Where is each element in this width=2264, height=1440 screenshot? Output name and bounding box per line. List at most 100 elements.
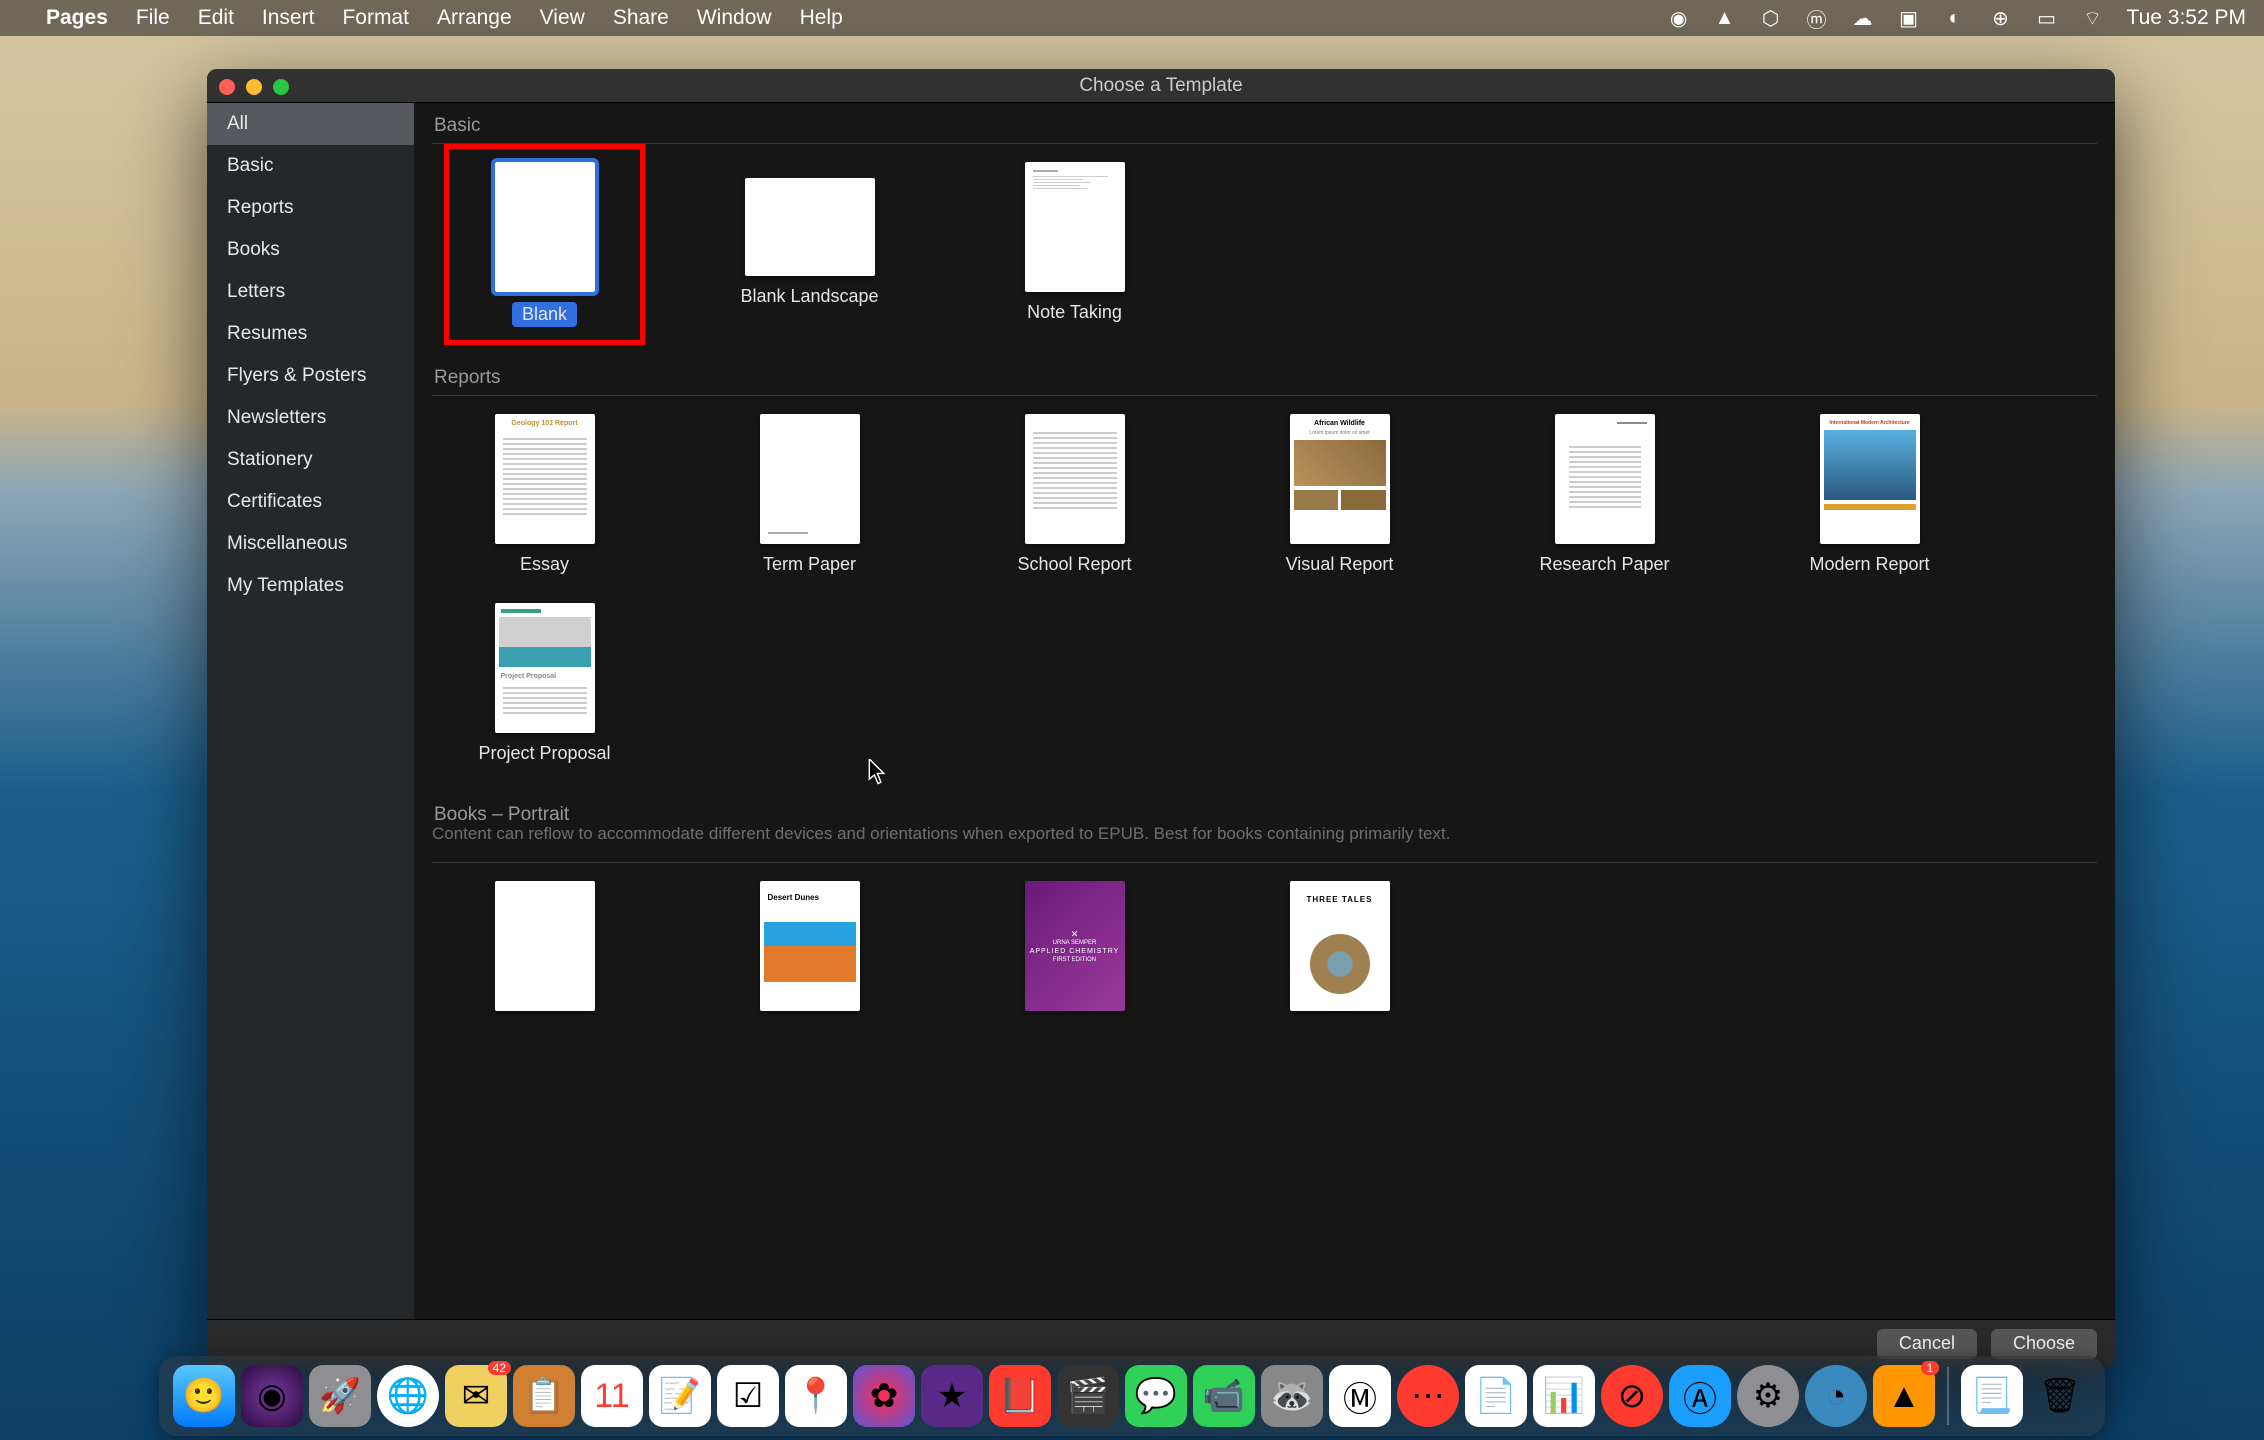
template-book-chemistry[interactable]: ✕ URNA SEMPER APPLIED CHEMISTRY FIRST ED… xyxy=(992,881,1157,1011)
dock-app-4[interactable]: ⊘ xyxy=(1601,1365,1663,1427)
dock-vlc[interactable]: ▲1 xyxy=(1873,1365,1935,1427)
template-research-paper-thumb xyxy=(1555,414,1655,544)
dock-notes[interactable]: 📝 xyxy=(649,1365,711,1427)
status-icon-4[interactable]: ⓜ xyxy=(1805,6,1829,30)
sidebar-item-books[interactable]: Books xyxy=(207,229,414,271)
sidebar-item-letters[interactable]: Letters xyxy=(207,271,414,313)
template-book-desert[interactable]: Desert Dunes xyxy=(727,881,892,1011)
menu-window[interactable]: Window xyxy=(697,6,772,30)
menu-arrange[interactable]: Arrange xyxy=(437,6,512,30)
wifi-icon[interactable]: ⌔ xyxy=(2081,6,2105,30)
cloud-icon[interactable]: ☁ xyxy=(1851,6,1875,30)
dock-facetime[interactable]: 📹 xyxy=(1193,1365,1255,1427)
menu-format[interactable]: Format xyxy=(342,6,409,30)
template-research-paper-label: Research Paper xyxy=(1539,554,1669,575)
sidebar: All Basic Reports Books Letters Resumes … xyxy=(207,103,414,1319)
dock-malware[interactable]: Ⓜ xyxy=(1329,1365,1391,1427)
status-icon-8[interactable]: ⊕ xyxy=(1989,6,2013,30)
sidebar-item-resumes[interactable]: Resumes xyxy=(207,313,414,355)
menubar: Pages File Edit Insert Format Arrange Vi… xyxy=(0,0,2264,36)
menubar-app[interactable]: Pages xyxy=(46,6,108,30)
template-modern-report[interactable]: International Modern Architecture Modern… xyxy=(1787,414,1952,575)
sidebar-item-reports[interactable]: Reports xyxy=(207,187,414,229)
dropbox-icon[interactable]: ⬡ xyxy=(1759,6,1783,30)
dock-app-3[interactable]: ⋯ xyxy=(1397,1365,1459,1427)
template-blank-landscape[interactable]: Blank Landscape xyxy=(727,162,892,327)
dock-photos[interactable]: ✿ xyxy=(853,1365,915,1427)
dock-calendar[interactable]: 11 xyxy=(581,1365,643,1427)
dock-reminders[interactable]: ☑ xyxy=(717,1365,779,1427)
dock-mail[interactable]: ✉42 xyxy=(445,1365,507,1427)
section-header-reports: Reports xyxy=(432,355,2097,396)
dock-app-1[interactable]: 📋 xyxy=(513,1365,575,1427)
dock-app-5[interactable]: ◔ xyxy=(1805,1365,1867,1427)
sidebar-item-all[interactable]: All xyxy=(207,103,414,145)
menu-help[interactable]: Help xyxy=(800,6,843,30)
dock-numbers[interactable]: 📊 xyxy=(1533,1365,1595,1427)
cancel-button[interactable]: Cancel xyxy=(1877,1329,1977,1359)
sidebar-item-basic[interactable]: Basic xyxy=(207,145,414,187)
template-visual-report[interactable]: African Wildlife Lorem ipsum dolor sit a… xyxy=(1257,414,1422,575)
tales-mock-title: THREE TALES xyxy=(1294,895,1386,904)
sidebar-item-mytemplates[interactable]: My Templates xyxy=(207,565,414,607)
template-project-proposal-thumb: Project Proposal xyxy=(495,603,595,733)
dock-clapper[interactable]: 🎬 xyxy=(1057,1365,1119,1427)
choose-button[interactable]: Choose xyxy=(1991,1329,2097,1359)
close-button[interactable] xyxy=(219,79,235,95)
template-blank-label: Blank xyxy=(512,302,577,327)
menubar-right: ◉ ▲ ⬡ ⓜ ☁ ▣ ◐ ⊕ ▭ ⌔ Tue 3:52 PM xyxy=(1667,6,2246,30)
menu-edit[interactable]: Edit xyxy=(198,6,234,30)
dock-maps[interactable]: 📍 xyxy=(785,1365,847,1427)
minimize-button[interactable] xyxy=(246,79,262,95)
content-area[interactable]: Basic Blank Blank Landscape xyxy=(414,103,2115,1319)
status-icon-1[interactable]: ◉ xyxy=(1667,6,1691,30)
section-header-basic: Basic xyxy=(432,103,2097,144)
template-term-paper[interactable]: Term Paper xyxy=(727,414,892,575)
menu-share[interactable]: Share xyxy=(613,6,669,30)
status-icon-6[interactable]: ▣ xyxy=(1897,6,1921,30)
status-icon-2[interactable]: ▲ xyxy=(1713,6,1737,30)
template-research-paper[interactable]: Research Paper xyxy=(1522,414,1687,575)
template-project-proposal[interactable]: Project Proposal Project Proposal xyxy=(462,603,627,764)
sidebar-item-certificates[interactable]: Certificates xyxy=(207,481,414,523)
template-book-tales-thumb: THREE TALES xyxy=(1290,881,1390,1011)
template-modern-report-label: Modern Report xyxy=(1809,554,1929,575)
template-blank-landscape-label: Blank Landscape xyxy=(740,286,878,307)
dock-settings[interactable]: ⚙ xyxy=(1737,1365,1799,1427)
dock-launchpad[interactable]: 🚀 xyxy=(309,1365,371,1427)
template-book-tales[interactable]: THREE TALES xyxy=(1257,881,1422,1011)
menu-insert[interactable]: Insert xyxy=(262,6,315,30)
sidebar-item-newsletters[interactable]: Newsletters xyxy=(207,397,414,439)
template-school-report[interactable]: School Report xyxy=(992,414,1157,575)
dock-app-2[interactable]: 🦝 xyxy=(1261,1365,1323,1427)
dock-imovie[interactable]: ★ xyxy=(921,1365,983,1427)
window-body: All Basic Reports Books Letters Resumes … xyxy=(207,103,2115,1319)
chem-ed: FIRST EDITION xyxy=(1053,957,1096,963)
sidebar-item-misc[interactable]: Miscellaneous xyxy=(207,523,414,565)
sidebar-item-flyers[interactable]: Flyers & Posters xyxy=(207,355,414,397)
dock-pdf[interactable]: 📕 xyxy=(989,1365,1051,1427)
menubar-clock[interactable]: Tue 3:52 PM xyxy=(2127,6,2246,30)
dock-textedit[interactable]: 📄 xyxy=(1465,1365,1527,1427)
template-blank-thumb xyxy=(495,162,595,292)
template-book-blank[interactable] xyxy=(462,881,627,1011)
dock-messages[interactable]: 💬 xyxy=(1125,1365,1187,1427)
template-note-taking[interactable]: Note Taking xyxy=(992,162,1157,327)
dock-siri[interactable]: ◉ xyxy=(241,1365,303,1427)
menu-file[interactable]: File xyxy=(136,6,170,30)
sidebar-item-stationery[interactable]: Stationery xyxy=(207,439,414,481)
template-blank[interactable]: Blank xyxy=(462,162,627,327)
titlebar[interactable]: Choose a Template xyxy=(207,69,2115,103)
dock-chrome[interactable]: 🌐 xyxy=(377,1365,439,1427)
display-icon[interactable]: ▭ xyxy=(2035,6,2059,30)
status-icon-7[interactable]: ◐ xyxy=(1943,6,1967,30)
grid-books: Desert Dunes ✕ URNA SEMPER APPLIED CHEMI… xyxy=(432,881,2097,1039)
zoom-button[interactable] xyxy=(273,79,289,95)
template-essay[interactable]: Geology 101 Report Essay xyxy=(462,414,627,575)
dock-appstore[interactable]: Ⓐ xyxy=(1669,1365,1731,1427)
dock-finder[interactable]: 🙂 xyxy=(173,1365,235,1427)
dock-doc[interactable]: 📃 xyxy=(1961,1365,2023,1427)
template-chooser-window: Choose a Template All Basic Reports Book… xyxy=(207,69,2115,1367)
dock-trash[interactable]: 🗑 xyxy=(2029,1365,2091,1427)
menu-view[interactable]: View xyxy=(540,6,585,30)
